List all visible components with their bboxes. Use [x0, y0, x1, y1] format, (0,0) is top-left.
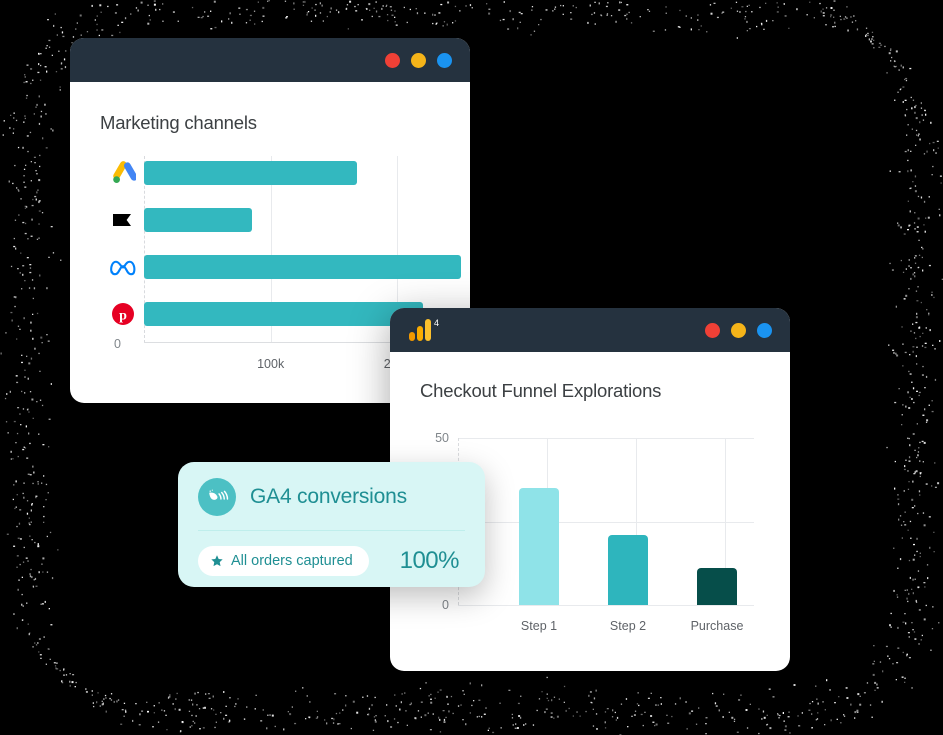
svg-text:4: 4	[434, 318, 439, 328]
bar-step-2	[608, 534, 648, 605]
maximize-button[interactable]	[437, 52, 452, 68]
hummingbird-icon	[198, 478, 236, 516]
card-title: GA4 conversions	[250, 485, 407, 508]
card-footer: All orders captured 100%	[198, 546, 465, 576]
meta-icon	[108, 252, 138, 282]
chart-plot-area: 50 0 Step 1 Step 2 Purchase	[435, 431, 754, 633]
bar-row	[144, 208, 252, 233]
minimize-button[interactable]	[731, 322, 746, 338]
status-badge: All orders captured	[198, 546, 369, 576]
bar-pinterest	[144, 301, 423, 326]
bar-row	[144, 254, 461, 279]
page-title: Checkout Funnel Explorations	[420, 380, 662, 401]
bar-row	[144, 161, 357, 186]
x-axis-tick-label: Step 2	[609, 619, 647, 633]
y-axis-tick-label: 50	[435, 431, 449, 445]
card-divider	[198, 530, 465, 531]
card-header: GA4 conversions	[198, 478, 465, 516]
gridline-horizontal	[458, 521, 754, 523]
maximize-button[interactable]	[757, 322, 772, 338]
gridline-horizontal	[458, 605, 754, 606]
ga4-conversions-card[interactable]: GA4 conversions All orders captured 100%	[178, 462, 485, 587]
star-icon	[211, 555, 223, 567]
minimize-button[interactable]	[411, 52, 426, 68]
bar-row	[144, 301, 423, 326]
bar-step-1	[519, 488, 559, 605]
ga4-logo: 4	[408, 318, 442, 342]
pinterest-icon: p	[108, 299, 138, 329]
y-axis-zero-label: 0	[114, 337, 121, 351]
x-axis-tick-label: Step 1	[520, 619, 558, 633]
y-axis-tick-label: 0	[442, 598, 449, 612]
bar-meta	[144, 254, 461, 279]
window-controls	[705, 322, 772, 338]
close-button[interactable]	[385, 52, 400, 68]
tiktok-icon	[108, 205, 138, 235]
page-title: Marketing channels	[100, 112, 257, 133]
svg-text:p: p	[119, 308, 127, 323]
bar-purchase	[697, 568, 737, 605]
conversion-percent: 100%	[399, 547, 460, 574]
x-axis-tick-label: 100k	[257, 357, 285, 371]
window-controls	[385, 52, 452, 68]
google-ads-icon	[108, 158, 138, 188]
bar-google-ads	[144, 161, 357, 186]
close-button[interactable]	[705, 322, 720, 338]
titlebar	[70, 38, 470, 82]
status-badge-label: All orders captured	[231, 553, 353, 569]
bar-tiktok	[144, 208, 252, 233]
gridline-horizontal	[458, 438, 754, 439]
titlebar: 4	[390, 308, 790, 352]
x-axis-tick-label: Purchase	[690, 619, 744, 633]
